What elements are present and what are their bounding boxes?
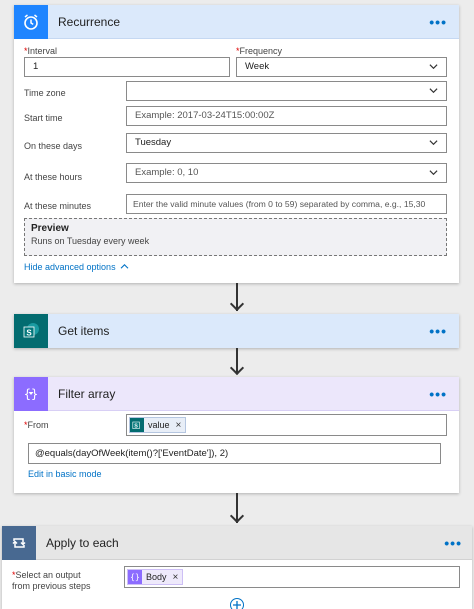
value-token[interactable]: S value × — [129, 417, 187, 433]
at-minutes-input[interactable]: Enter the valid minute values (from 0 to… — [126, 194, 447, 214]
filter-braces-icon: {} — [128, 570, 142, 584]
apply-to-each-card: Apply to each ••• *Select an output from… — [2, 525, 472, 609]
sharepoint-icon: S — [130, 418, 144, 432]
on-days-label: On these days — [24, 141, 83, 151]
at-hours-label: At these hours — [24, 172, 83, 182]
select-output-input[interactable]: {} Body × — [124, 566, 460, 588]
filter-braces-icon: {} — [14, 376, 48, 411]
get-items-header[interactable]: S Get items ••• — [14, 314, 459, 348]
filter-array-menu-button[interactable]: ••• — [429, 386, 447, 402]
get-items-menu-button[interactable]: ••• — [429, 323, 447, 339]
get-items-card: S Get items ••• — [14, 314, 459, 348]
interval-input[interactable]: 1 — [24, 57, 230, 77]
svg-text:S: S — [134, 423, 138, 429]
apply-to-each-menu-button[interactable]: ••• — [444, 535, 462, 551]
chevron-down-icon — [429, 64, 438, 70]
loop-icon — [2, 525, 36, 560]
recurrence-title: Recurrence — [58, 14, 121, 29]
at-hours-placeholder: Example: 0, 10 — [135, 167, 199, 178]
chevron-down-icon — [429, 170, 438, 176]
body-token[interactable]: {} Body × — [127, 569, 184, 585]
remove-token-button[interactable]: × — [176, 420, 182, 431]
filter-array-title: Filter array — [58, 386, 116, 401]
interval-label: *Interval — [24, 46, 58, 56]
from-label: *From — [24, 420, 49, 430]
select-output-label: *Select an output from previous steps — [12, 570, 91, 591]
edit-basic-mode-link[interactable]: Edit in basic mode — [28, 469, 102, 479]
svg-text:{}: {} — [130, 573, 140, 582]
from-input[interactable]: S value × — [126, 414, 447, 436]
schedule-preview: Preview Runs on Tuesday every week — [24, 218, 447, 256]
timezone-dropdown[interactable] — [126, 81, 447, 101]
chevron-up-icon — [120, 263, 129, 269]
sharepoint-icon: S — [14, 314, 48, 348]
value-token-label: value — [148, 420, 170, 430]
at-hours-dropdown[interactable]: Example: 0, 10 — [126, 163, 447, 183]
recurrence-header[interactable]: Recurrence ••• — [14, 4, 459, 39]
frequency-value: Week — [245, 61, 270, 72]
arrow-down-icon — [229, 360, 245, 376]
timezone-label: Time zone — [24, 88, 66, 98]
chevron-down-icon — [429, 88, 438, 94]
arrow-down-icon — [229, 508, 245, 524]
start-time-label: Start time — [24, 113, 63, 123]
filter-expression-input[interactable]: @equals(dayOfWeek(item()?['EventDate']),… — [28, 443, 441, 464]
at-minutes-label: At these minutes — [24, 201, 92, 211]
recurrence-menu-button[interactable]: ••• — [429, 14, 447, 30]
plus-icon — [233, 601, 241, 609]
on-days-value: Tuesday — [135, 137, 172, 148]
add-step-button[interactable] — [230, 598, 244, 609]
body-token-label: Body — [146, 572, 167, 582]
preview-text: Runs on Tuesday every week — [31, 236, 150, 246]
start-time-input[interactable]: Example: 2017-03-24T15:00:00Z — [126, 106, 447, 126]
preview-title: Preview — [31, 223, 69, 234]
alarm-clock-icon — [14, 4, 48, 39]
frequency-dropdown[interactable]: Week — [236, 57, 447, 77]
remove-token-button[interactable]: × — [173, 572, 179, 583]
get-items-title: Get items — [58, 324, 110, 338]
arrow-down-icon — [229, 296, 245, 312]
filter-array-card: {} Filter array ••• *From S value × @equ… — [14, 376, 459, 493]
svg-text:S: S — [26, 329, 32, 338]
filter-array-header[interactable]: {} Filter array ••• — [14, 376, 459, 411]
on-days-dropdown[interactable]: Tuesday — [126, 133, 447, 153]
apply-to-each-header[interactable]: Apply to each ••• — [2, 525, 472, 560]
frequency-label: *Frequency — [236, 46, 283, 56]
apply-to-each-title: Apply to each — [46, 535, 119, 550]
recurrence-card: Recurrence ••• *Interval 1 *Frequency We… — [14, 4, 459, 283]
chevron-down-icon — [429, 140, 438, 146]
hide-advanced-options-link[interactable]: Hide advanced options — [24, 262, 129, 272]
